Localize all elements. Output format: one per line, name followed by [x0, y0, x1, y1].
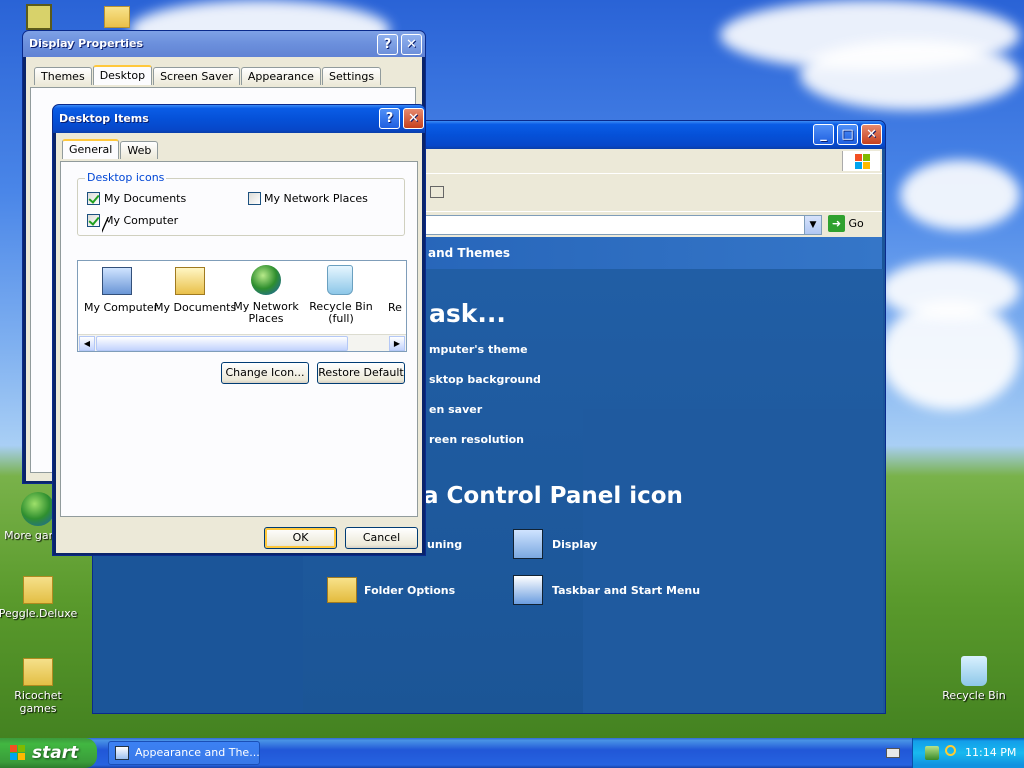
go-label: Go: [848, 217, 864, 230]
network-icon[interactable]: [925, 746, 939, 760]
pick-task-heading: ask...: [429, 299, 506, 328]
group-label: Desktop icons: [85, 171, 167, 184]
desktop-icons-group: [77, 178, 405, 236]
tab-web[interactable]: Web: [120, 141, 159, 159]
go-arrow-icon: ➜: [828, 215, 845, 232]
dialog-title: Desktop Items: [59, 112, 149, 125]
start-button[interactable]: start: [0, 738, 97, 768]
tab-screen-saver[interactable]: Screen Saver: [153, 67, 240, 85]
display-properties-titlebar[interactable]: Display Properties ? ✕: [23, 31, 425, 57]
display-icon: [513, 529, 543, 559]
zip-folder-icon: [23, 576, 53, 604]
views-icon[interactable]: [430, 186, 444, 198]
system-tray: 11:14 PM: [912, 738, 1024, 768]
close-button[interactable]: ✕: [861, 124, 882, 145]
general-tab-panel: Desktop icons My Documents My Network Pl…: [60, 161, 418, 517]
windows-logo-icon: [842, 151, 880, 171]
help-button[interactable]: ?: [377, 34, 398, 55]
taskbar-item-label: Appearance and The...: [135, 746, 260, 759]
desktop-icon-label: Peggle.Deluxe: [0, 607, 78, 620]
ok-button[interactable]: OK: [264, 527, 337, 549]
close-button[interactable]: ✕: [401, 34, 422, 55]
cp-icon-folder-options[interactable]: Folder Options: [364, 584, 455, 597]
desktop-items-titlebar[interactable]: Desktop Items ? ✕: [53, 105, 425, 133]
cp-icon-taskbar[interactable]: Taskbar and Start Menu: [552, 584, 700, 597]
tab-appearance[interactable]: Appearance: [240, 67, 321, 85]
task-link-background[interactable]: sktop background: [429, 373, 541, 386]
scroll-left-button[interactable]: ◀: [79, 336, 95, 351]
pick-icon-heading: a Control Panel icon: [423, 483, 683, 509]
desktop-icon-ricochet[interactable]: Ricochet games: [0, 658, 78, 715]
my-computer-checkbox[interactable]: [87, 214, 100, 227]
desktop-icon-recycle-bin[interactable]: Recycle Bin: [934, 656, 1014, 702]
desktop-items-body: General Web Desktop icons My Documents M…: [56, 133, 422, 553]
change-icon-button[interactable]: Change Icon...: [221, 362, 309, 384]
window-title: Display Properties: [29, 37, 144, 50]
my-network-places-label[interactable]: My Network Places: [264, 192, 368, 205]
horizontal-scrollbar[interactable]: ◀ ▶: [78, 334, 406, 351]
windows-flag-icon: [10, 745, 26, 761]
task-link-theme[interactable]: mputer's theme: [429, 343, 528, 356]
tab-general[interactable]: General: [62, 139, 120, 159]
taskbar-start-menu-icon: [513, 575, 543, 605]
go-button[interactable]: ➜ Go: [828, 215, 878, 235]
restore-default-button[interactable]: Restore Default: [317, 362, 405, 384]
control-panel-icon: [115, 746, 129, 760]
recycle-bin-icon: [961, 656, 987, 686]
recycle-bin-full-icon[interactable]: [327, 265, 353, 295]
mouse-cursor-icon: [101, 216, 108, 232]
desktop-icon-label: Recycle Bin: [942, 689, 1006, 702]
my-computer-label[interactable]: My Computer: [104, 214, 178, 227]
desktop-icon-label: Ricochet games: [14, 689, 62, 715]
icon-label: My Network Places: [233, 300, 299, 325]
icon-label: Re: [388, 301, 402, 314]
desktop-icon-peggle[interactable]: Peggle.Deluxe: [0, 576, 78, 620]
display-tabs: Themes Desktop Screen Saver Appearance S…: [34, 65, 382, 85]
folder-options-icon: [327, 577, 357, 603]
folder-icon[interactable]: [104, 6, 130, 28]
start-label: start: [32, 743, 79, 763]
desktop-items-dialog[interactable]: Desktop Items ? ✕ General Web Desktop ic…: [52, 104, 426, 556]
search-icon[interactable]: [945, 745, 956, 756]
chevron-down-icon[interactable]: ▼: [804, 216, 821, 234]
tab-settings[interactable]: Settings: [321, 67, 382, 85]
clock[interactable]: 11:14 PM: [965, 746, 1016, 759]
category-title: and Themes: [428, 246, 511, 260]
task-link-screensaver[interactable]: en saver: [429, 403, 482, 416]
my-computer-icon[interactable]: [102, 267, 132, 295]
desktop-items-tabs: General Web: [62, 139, 159, 159]
icon-label: My Documents: [154, 301, 237, 314]
close-button[interactable]: ✕: [403, 108, 424, 129]
my-documents-label[interactable]: My Documents: [104, 192, 186, 205]
tab-desktop[interactable]: Desktop: [92, 65, 153, 85]
icon-label: My Computer: [84, 301, 159, 314]
cancel-button[interactable]: Cancel: [345, 527, 418, 549]
task-link-resolution[interactable]: reen resolution: [429, 433, 524, 446]
keyboard-icon[interactable]: [886, 748, 900, 758]
my-network-places-checkbox[interactable]: [248, 192, 261, 205]
zip-folder-icon: [23, 658, 53, 686]
help-button[interactable]: ?: [379, 108, 400, 129]
minimize-button[interactable]: _: [813, 124, 834, 145]
my-documents-icon[interactable]: [175, 267, 205, 295]
scroll-right-button[interactable]: ▶: [389, 336, 405, 351]
globe-icon: [21, 492, 55, 526]
my-network-places-icon[interactable]: [251, 265, 281, 295]
my-documents-checkbox[interactable]: [87, 192, 100, 205]
icon-label: Recycle Bin (full): [309, 300, 373, 325]
taskbar-item-appearance[interactable]: Appearance and The...: [108, 741, 260, 765]
maximize-button[interactable]: □: [837, 124, 858, 145]
tab-themes[interactable]: Themes: [34, 67, 92, 85]
cp-icon-display[interactable]: Display: [552, 538, 597, 551]
top-desktop-icon[interactable]: [26, 4, 52, 30]
scroll-thumb[interactable]: [96, 336, 348, 351]
cp-icon-label-tuning[interactable]: uning: [427, 538, 462, 551]
shade-panel: [583, 409, 883, 713]
